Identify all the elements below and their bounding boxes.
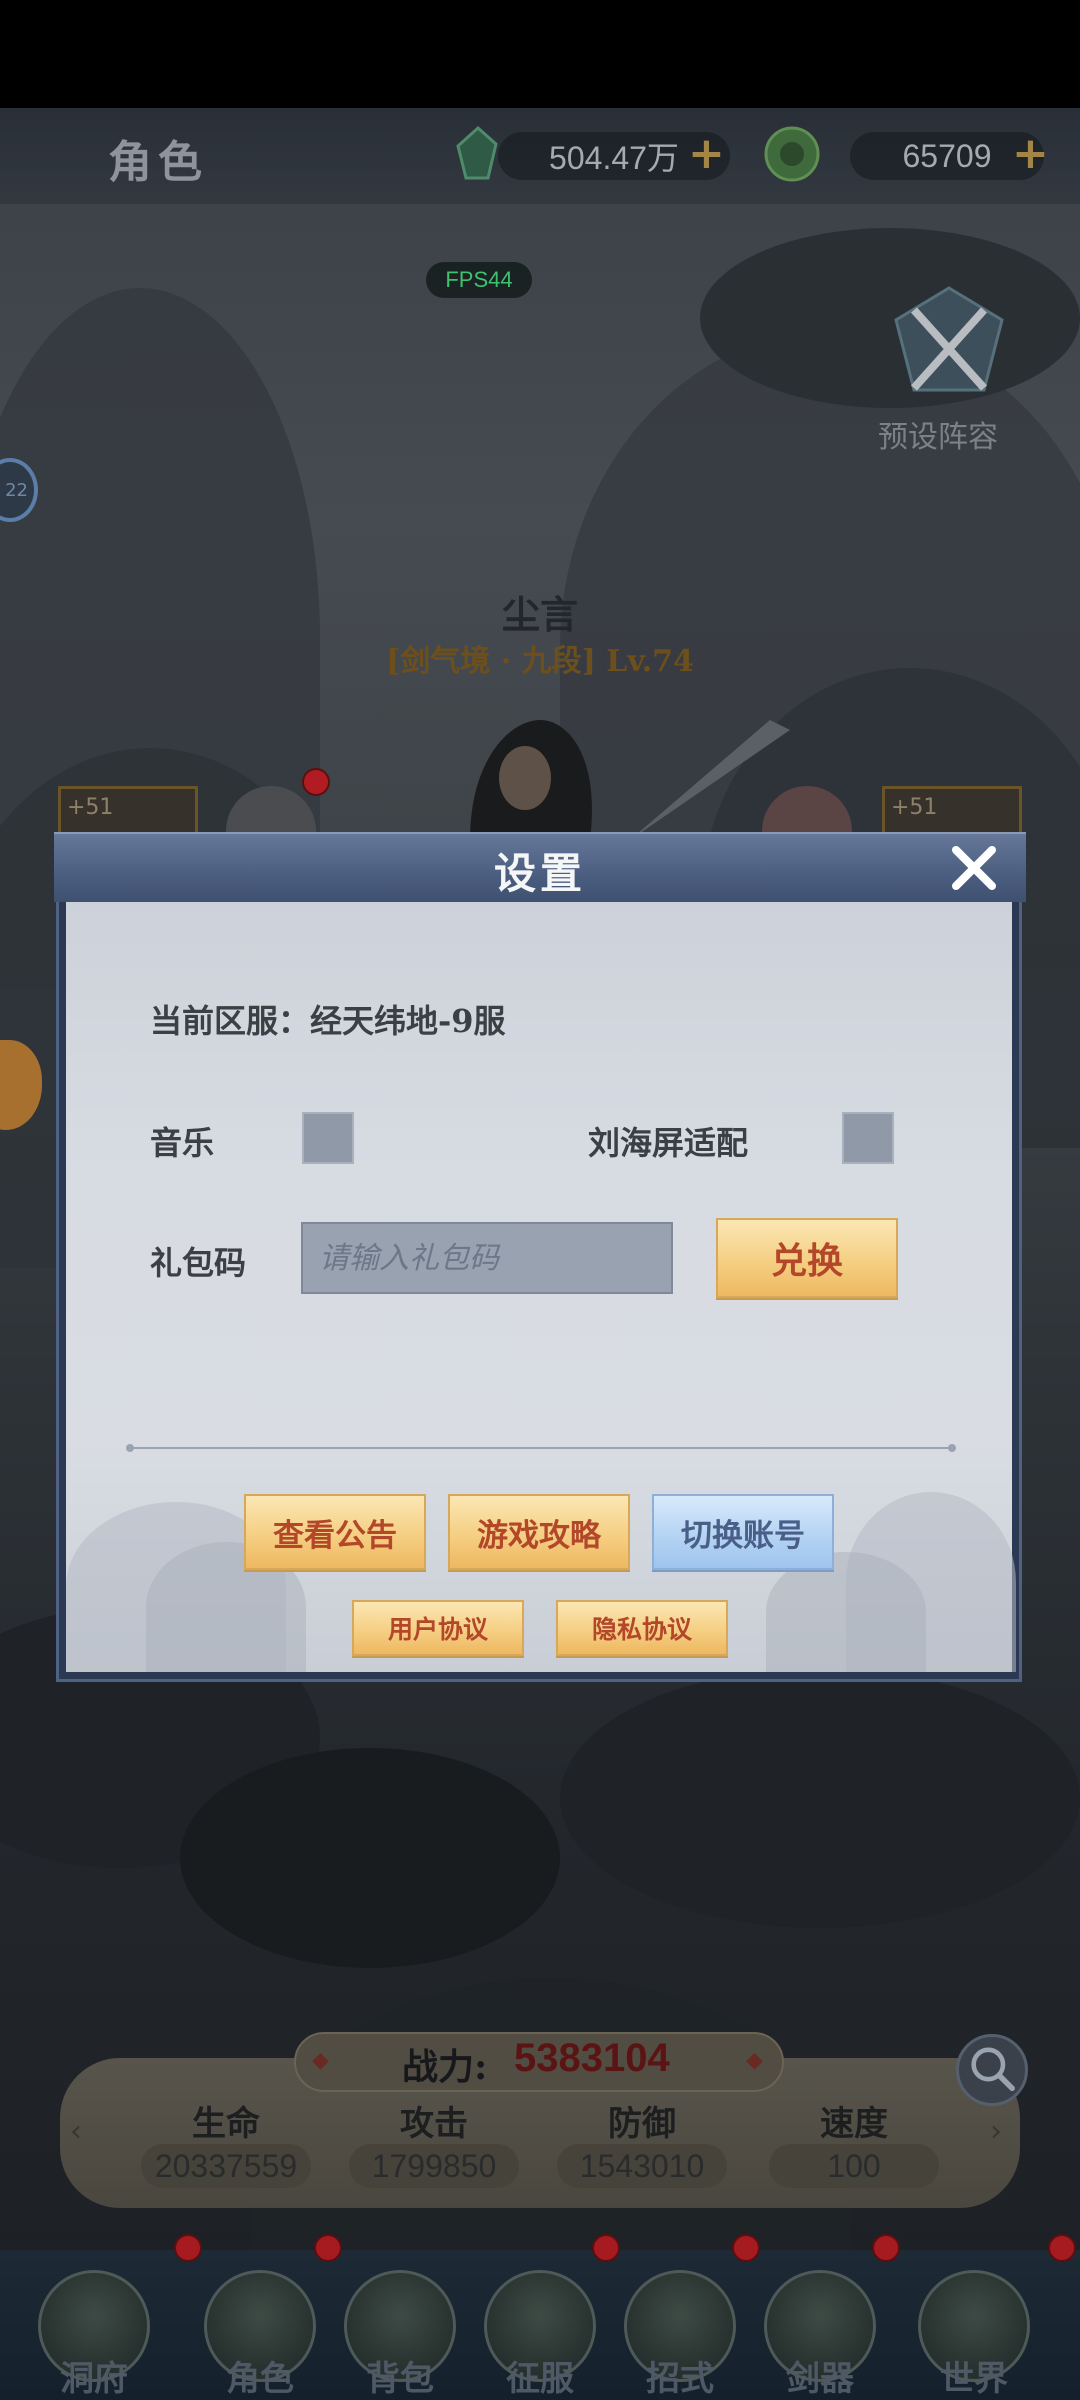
announcement-button[interactable]: 查看公告 (244, 1494, 426, 1570)
server-label: 当前区服：经天纬地-9服 (150, 1002, 506, 1040)
redeem-button[interactable]: 兑换 (716, 1218, 898, 1298)
nav-item-moves[interactable]: 招式 (612, 2262, 748, 2400)
nav-item-character[interactable]: 角色 (192, 2262, 328, 2400)
chevron-left-icon[interactable]: ‹ (70, 2114, 82, 2149)
notification-dot (302, 768, 330, 796)
character-name: 尘言 (501, 592, 578, 637)
diamond-ornament-left: ◆ (312, 2048, 329, 2073)
notification-dot (314, 2234, 342, 2262)
privacy-agreement-button[interactable]: 隐私协议 (556, 1600, 728, 1656)
music-checkbox[interactable] (302, 1112, 354, 1164)
nav-item-world[interactable]: 世界 (906, 2262, 1042, 2400)
add-coin-button[interactable]: + (1012, 128, 1049, 179)
music-label: 音乐 (150, 1124, 215, 1162)
page-title: 角色 (108, 137, 208, 188)
nav-label-character: 角色 (226, 2359, 294, 2399)
nav-label-conquer: 征服 (506, 2359, 574, 2399)
close-icon[interactable] (944, 838, 1004, 898)
stat-name-attack: 攻击 (400, 2104, 468, 2144)
fps-counter: FPS44 (426, 262, 532, 298)
notification-dot (174, 2234, 202, 2262)
gift-code-label: 礼包码 (150, 1244, 247, 1282)
switch-account-button[interactable]: 切换账号 (652, 1494, 834, 1570)
notch-adapt-label: 刘海屏适配 (588, 1124, 749, 1162)
character-level: [剑气境 · 九段] Lv.74 (386, 644, 694, 679)
power-value: 5383104 (514, 2036, 670, 2080)
nav-label-world: 世界 (940, 2359, 1008, 2399)
coin-icon (764, 126, 820, 182)
stat-name-hp: 生命 (192, 2104, 260, 2144)
power-label: 战力: (402, 2046, 488, 2088)
notification-dot (872, 2234, 900, 2262)
nav-item-sword[interactable]: 剑器 (752, 2262, 888, 2400)
user-agreement-button[interactable]: 用户协议 (352, 1600, 524, 1656)
stat-value-hp: 20337559 (141, 2144, 311, 2188)
stat-value-attack: 1799850 (349, 2144, 519, 2188)
crossed-swords-icon[interactable] (884, 280, 1014, 410)
stat-name-defense: 防御 (608, 2104, 676, 2144)
notification-dot (732, 2234, 760, 2262)
stat-name-speed: 速度 (820, 2104, 888, 2144)
notch-adapt-checkbox[interactable] (842, 1112, 894, 1164)
nav-item-bag[interactable]: 背包 (332, 2262, 468, 2400)
nav-item-cave[interactable]: 洞府 (26, 2262, 162, 2400)
nav-label-moves: 招式 (646, 2359, 714, 2399)
nav-label-bag: 背包 (366, 2359, 434, 2399)
stat-value-defense: 1543010 (557, 2144, 727, 2188)
dialog-title: 设置 (493, 849, 586, 898)
nav-label-sword: 剑器 (786, 2359, 854, 2399)
search-icon[interactable] (956, 2034, 1028, 2106)
chevron-right-icon[interactable]: › (990, 2114, 1002, 2149)
gift-code-input[interactable] (301, 1222, 673, 1294)
add-jade-button[interactable]: + (688, 128, 725, 179)
notification-dot (592, 2234, 620, 2262)
nav-item-conquer[interactable]: 征服 (472, 2262, 608, 2400)
notification-dot (1048, 2234, 1076, 2262)
diamond-ornament-right: ◆ (746, 2048, 763, 2073)
character-sprite (470, 720, 790, 840)
preset-lineup-label[interactable]: 预设阵容 (878, 412, 998, 456)
stat-value-speed: 100 (769, 2144, 939, 2188)
nav-label-cave: 洞府 (60, 2359, 128, 2399)
game-guide-button[interactable]: 游戏攻略 (448, 1494, 630, 1570)
divider (126, 1444, 956, 1452)
